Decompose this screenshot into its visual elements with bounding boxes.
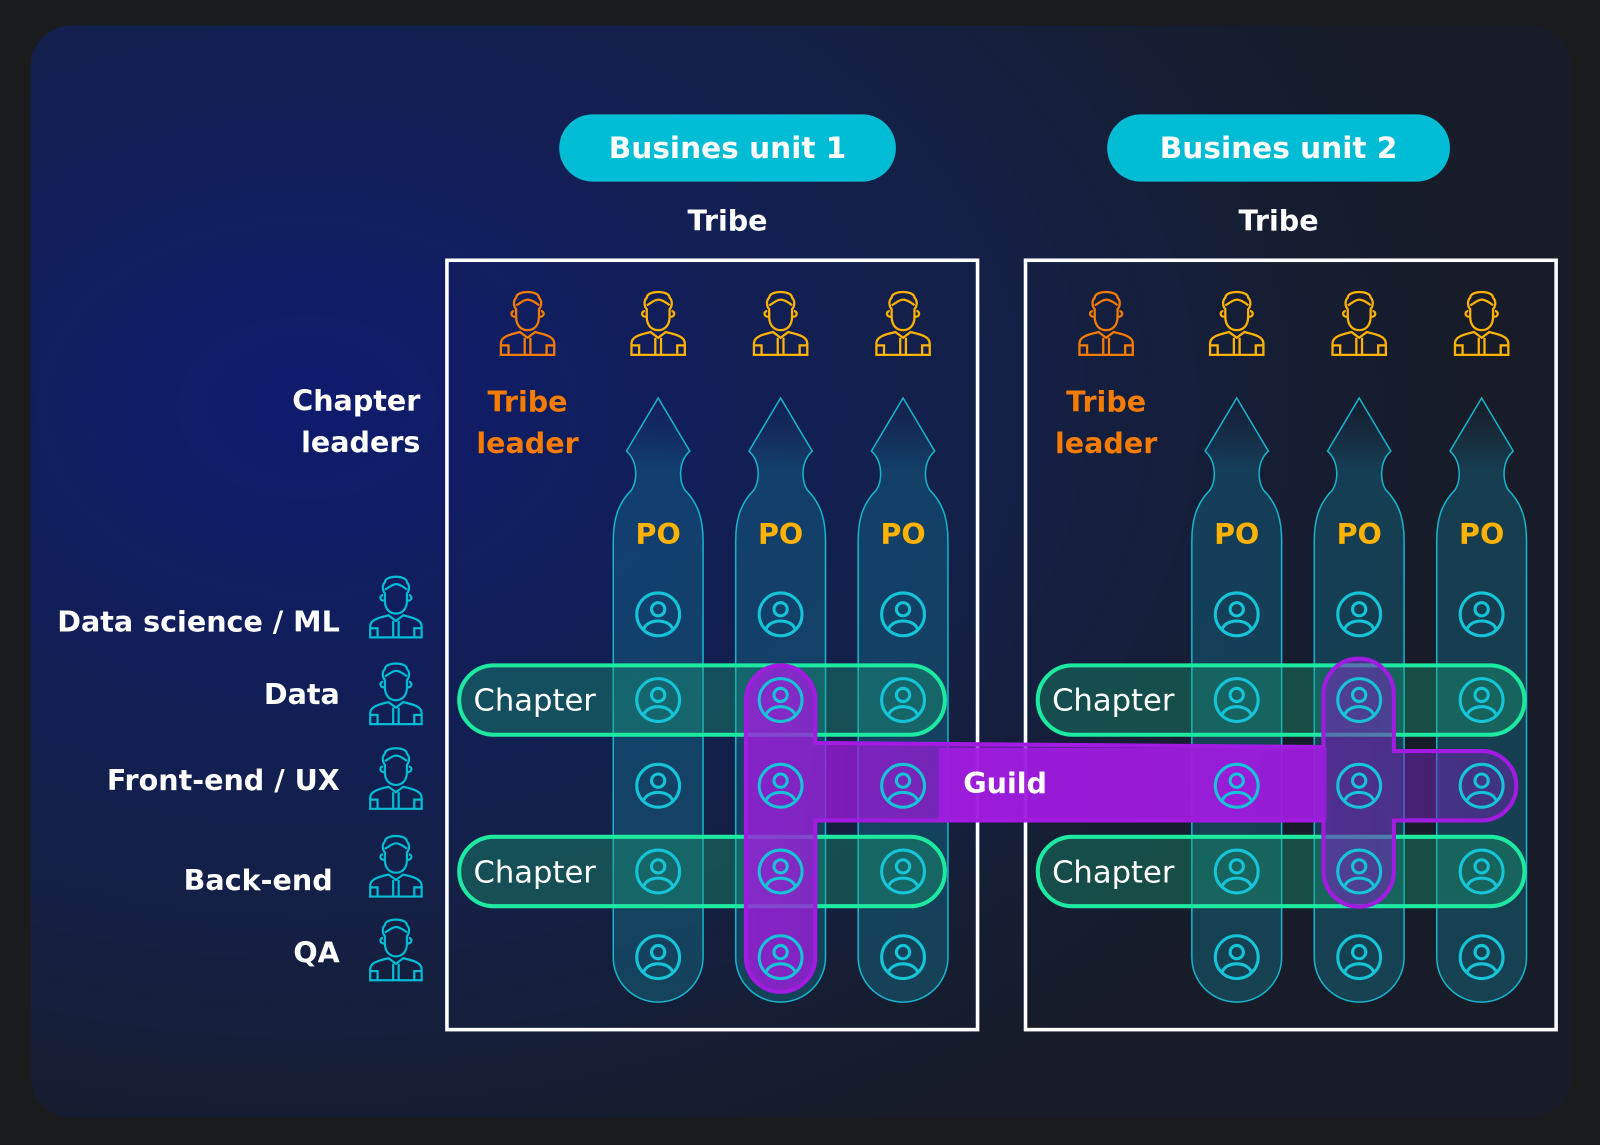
role-label-qa: QA [293,935,339,969]
role-label-back-end: Back-end [184,863,333,897]
tribe-leader-2-line1: Tribe [1066,384,1146,418]
chapter-label-tribe1-top: Chapter [473,683,596,718]
role-label-front-end: Front-end / UX [107,763,340,797]
po-label-1-1: PO [636,517,681,551]
tribe-1-label: Tribe [688,204,768,238]
guild-label: Guild [963,766,1047,800]
diagram-canvas: Busines unit 1 Tribe Busines unit 2 Trib… [0,0,1600,1145]
chapter-leaders-line1: Chapter [292,383,420,417]
po-label-1-2: PO [758,517,803,551]
role-label-data: Data [264,677,340,711]
chapter-label-tribe2-top: Chapter [1052,683,1175,718]
tribe-leader-1-line1: Tribe [488,384,568,418]
role-label-data-science: Data science / ML [57,605,340,639]
tribe-2-label: Tribe [1239,204,1319,238]
po-label-2-2: PO [1337,517,1382,551]
business-unit-2-label: Busines unit 2 [1160,131,1398,165]
tribe-leader-1-line2: leader [476,426,578,460]
chapter-leaders-line2: leaders [301,425,420,459]
tribe-leader-2-line2: leader [1055,426,1157,460]
po-label-1-3: PO [880,517,925,551]
po-label-2-3: PO [1459,517,1504,551]
chapter-label-tribe2-bottom: Chapter [1052,856,1175,891]
business-unit-1-label: Busines unit 1 [609,131,847,165]
po-label-2-1: PO [1214,517,1259,551]
tribe-chapter-guild-diagram: Busines unit 1 Tribe Busines unit 2 Trib… [0,0,1600,1145]
chapter-label-tribe1-bottom: Chapter [473,856,596,891]
